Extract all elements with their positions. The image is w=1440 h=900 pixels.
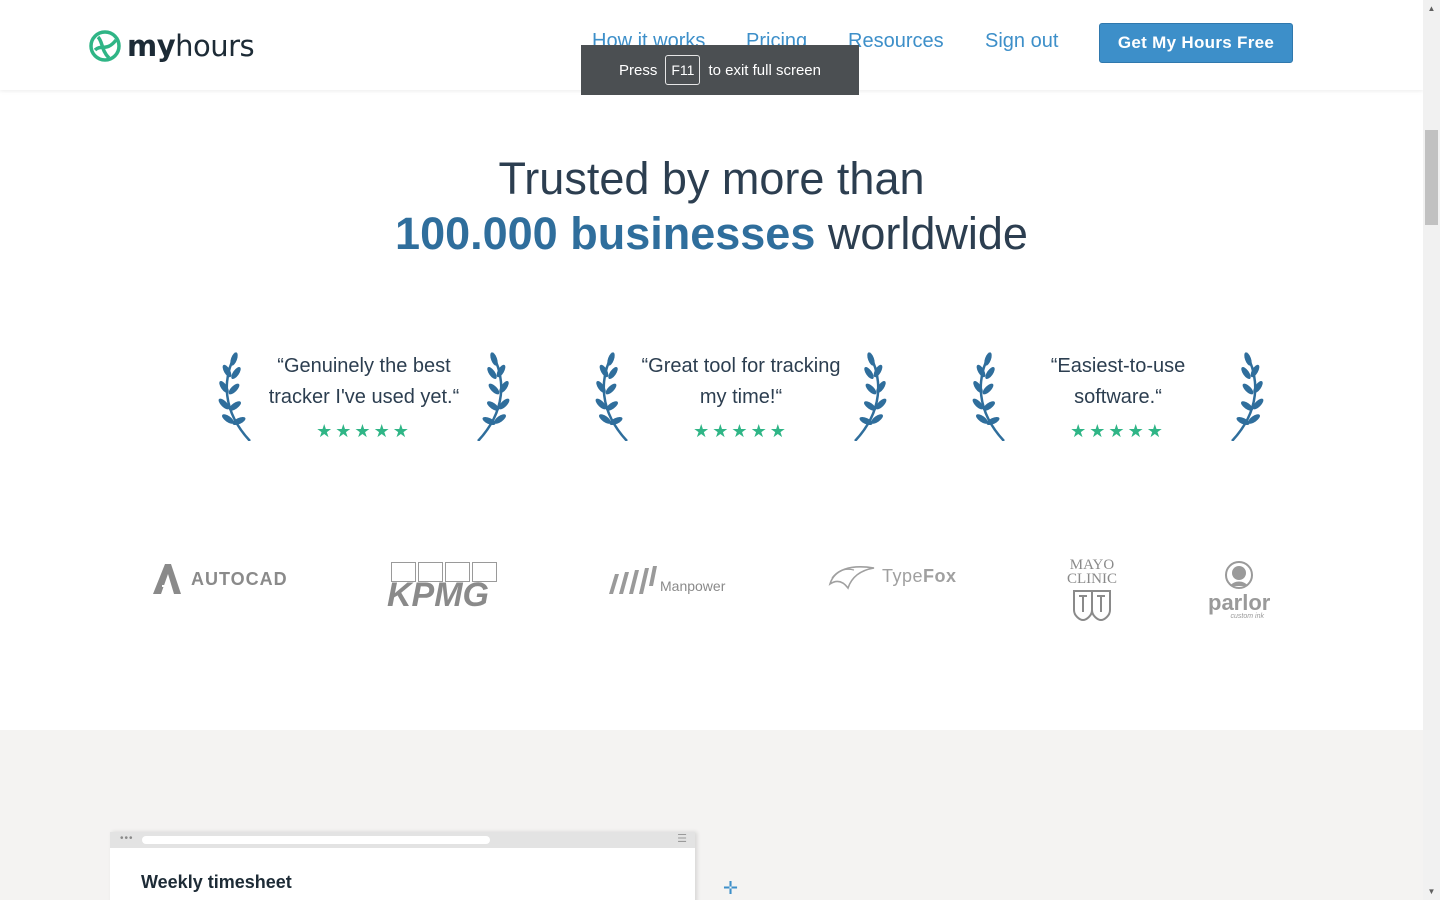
five-star-rating-icon: ★★★★★ bbox=[316, 421, 412, 441]
toast-suffix-text: to exit full screen bbox=[708, 61, 821, 79]
laurel-right-icon bbox=[1231, 352, 1264, 441]
fox-icon bbox=[828, 566, 875, 590]
autocad-icon bbox=[153, 564, 181, 594]
testimonial-card: “Genuinely the best tracker I've used ye… bbox=[214, 345, 514, 445]
typefox-logo: TypeFox bbox=[828, 560, 957, 592]
vertical-scrollbar[interactable]: ▲ ▼ bbox=[1423, 0, 1440, 900]
get-my-hours-free-button[interactable]: Get My Hours Free bbox=[1099, 23, 1293, 63]
weekly-timesheet-preview: ••• ☰ Weekly timesheet bbox=[110, 832, 695, 900]
headline-rest: worldwide bbox=[827, 208, 1028, 259]
parlor-logo: parlor custom ink bbox=[1208, 560, 1270, 620]
testimonial-quote: “Genuinely the best tracker I've used ye… bbox=[268, 355, 460, 408]
window-dots-icon: ••• bbox=[120, 833, 134, 844]
manpower-icon bbox=[609, 566, 657, 594]
hamburger-menu-icon: ☰ bbox=[677, 833, 687, 845]
scroll-down-arrow-icon[interactable]: ▼ bbox=[1423, 883, 1440, 900]
nav-sign-out[interactable]: Sign out bbox=[985, 30, 1058, 53]
testimonial-card: “Easiest-to-use software.“ ★★★★★ bbox=[968, 345, 1268, 445]
parlor-mascot-icon bbox=[1225, 561, 1253, 589]
trusted-headline: Trusted by more than 100.000 businesses … bbox=[0, 152, 1423, 262]
plus-icon: ✛ bbox=[723, 878, 739, 898]
headline-accent: 100.000 businesses bbox=[395, 208, 816, 259]
laurel-right-icon bbox=[477, 352, 510, 441]
toast-press-text: Press bbox=[619, 61, 658, 79]
scroll-up-arrow-icon[interactable]: ▲ bbox=[1423, 0, 1440, 17]
logo-wordmark: myhours bbox=[127, 29, 255, 63]
fullscreen-toast: Press F11 to exit full screen bbox=[581, 45, 859, 95]
nav-resources[interactable]: Resources bbox=[848, 30, 944, 53]
five-star-rating-icon: ★★★★★ bbox=[693, 421, 789, 441]
testimonial-quote: “Easiest-to-use software.“ bbox=[1050, 355, 1186, 408]
globe-logo-icon bbox=[89, 30, 121, 62]
preview-browser-bar: ••• ☰ bbox=[110, 832, 695, 848]
client-logos: AUTOCAD KPMG Manpower TypeFox MAYO CLINI… bbox=[0, 540, 1423, 640]
kpmg-logo: KPMG bbox=[387, 562, 499, 614]
five-star-rating-icon: ★★★★★ bbox=[1070, 421, 1166, 441]
preview-url-bar bbox=[142, 836, 490, 844]
myhours-logo[interactable]: myhours bbox=[89, 29, 255, 63]
weekly-timesheet-title: Weekly timesheet bbox=[141, 872, 292, 892]
scrollbar-thumb[interactable] bbox=[1425, 130, 1438, 225]
mayo-clinic-logo: MAYO CLINIC bbox=[1062, 558, 1122, 627]
mayo-shield-icon bbox=[1073, 590, 1111, 622]
toast-key: F11 bbox=[665, 55, 701, 85]
headline-line-2: 100.000 businesses worldwide bbox=[0, 206, 1423, 262]
manpower-logo: Manpower bbox=[605, 566, 725, 596]
testimonial-card: “Great tool for tracking my time!“ ★★★★★ bbox=[591, 345, 891, 445]
product-preview-section: ••• ☰ Weekly timesheet ✛ bbox=[0, 730, 1423, 900]
testimonial-quote: “Great tool for tracking my time!“ bbox=[641, 355, 841, 408]
laurel-right-icon bbox=[854, 352, 887, 441]
headline-line-1: Trusted by more than bbox=[498, 153, 925, 204]
autocad-logo: AUTOCAD bbox=[151, 562, 288, 596]
